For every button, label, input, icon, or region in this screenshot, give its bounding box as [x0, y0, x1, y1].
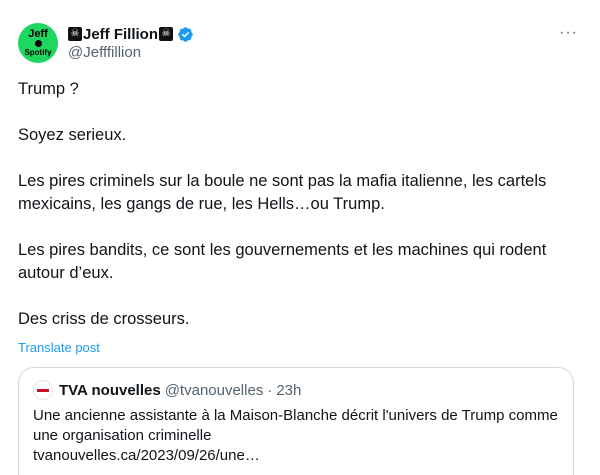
author-name-row[interactable]: ☠ Jeff Fillion ☠ [68, 24, 194, 44]
tweet-text: Trump ? Soyez serieux. Les pires crimine… [18, 78, 578, 331]
tweet-paragraph: Les pires criminels sur la boule ne sont… [18, 172, 547, 213]
tweet-paragraph: Des criss de crosseurs. [18, 310, 190, 328]
spotify-icon [34, 40, 42, 47]
quoted-text-line: Une ancienne assistante à la Maison-Blan… [33, 407, 558, 424]
quoted-author-avatar[interactable] [33, 380, 53, 400]
more-options-icon[interactable]: ··· [559, 24, 578, 42]
quoted-link[interactable]: tvanouvelles.ca/2023/09/26/une… [33, 446, 563, 466]
quoted-tweet-header: TVA nouvelles @tvanouvelles · 23h [33, 380, 301, 400]
quoted-text-line: une organisation criminelle [33, 427, 212, 444]
quoted-tweet-text: Une ancienne assistante à la Maison-Blan… [33, 406, 563, 466]
avatar-text-bottom: Spotify [24, 48, 52, 57]
pirate-flag-icon: ☠ [68, 27, 82, 41]
author-avatar[interactable]: Jeff Spotify [18, 23, 58, 63]
separator-dot: · [267, 381, 273, 399]
quoted-author-handle[interactable]: @tvanouvelles [165, 382, 264, 399]
avatar-text-top: Jeff [28, 28, 48, 40]
tweet-paragraph: Trump ? [18, 80, 79, 98]
author-display-name[interactable]: Jeff Fillion [83, 26, 158, 43]
quoted-timestamp[interactable]: 23h [276, 382, 301, 399]
pirate-flag-icon: ☠ [159, 27, 173, 41]
quoted-author-name[interactable]: TVA nouvelles [59, 382, 161, 399]
tweet-paragraph: Soyez serieux. [18, 126, 127, 144]
author-handle[interactable]: @Jefffillion [68, 44, 141, 61]
tweet-paragraph: Les pires bandits, ce sont les gouvernem… [18, 241, 547, 282]
quoted-tweet-card[interactable]: TVA nouvelles @tvanouvelles · 23h Une an… [18, 367, 574, 475]
translate-post-link[interactable]: Translate post [18, 340, 100, 355]
verified-badge-icon [178, 26, 193, 42]
